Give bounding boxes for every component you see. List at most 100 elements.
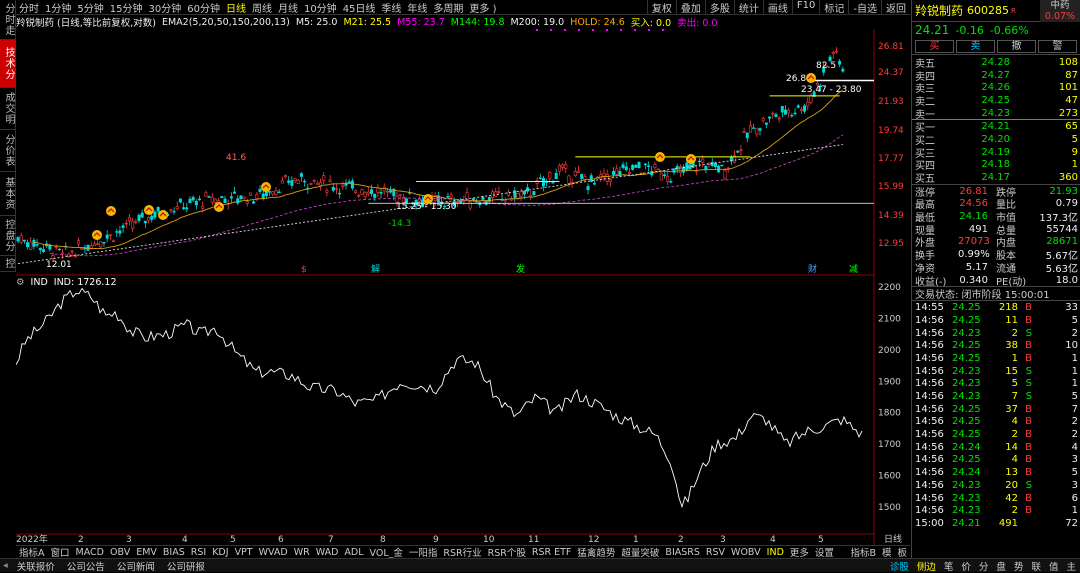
status-link-0[interactable]: 关联报价: [11, 559, 61, 573]
ask-price[interactable]: 24.25: [950, 95, 1010, 106]
ask-price[interactable]: 24.27: [950, 70, 1010, 81]
ema-name[interactable]: EMA2(5,20,50,150,200,13): [162, 17, 290, 28]
indicator-tab-18[interactable]: 猛禽趋势: [574, 545, 618, 559]
chart-area[interactable]: 26.81 24.37 21.93 19.74 17.77 15.99 14.39 12.95…: [16, 29, 910, 545]
event-marker[interactable]: 发: [516, 263, 525, 275]
status-right-5[interactable]: 盘: [992, 559, 1010, 573]
tool-button-6[interactable]: 标记: [819, 0, 848, 15]
tool-button-5[interactable]: F10: [791, 0, 819, 15]
status-right-8[interactable]: 值: [1045, 559, 1063, 573]
indicator-tab-5[interactable]: BIAS: [160, 547, 188, 558]
period-tab-7[interactable]: 周线: [249, 0, 275, 15]
status-right-4[interactable]: 分: [975, 559, 993, 573]
status-right-0[interactable]: 诊股: [886, 559, 913, 573]
status-right-1[interactable]: 侧边: [913, 559, 940, 573]
event-marker[interactable]: 减: [849, 263, 858, 275]
period-tab-1[interactable]: 1分钟: [42, 0, 74, 15]
tool-button-8[interactable]: 返回: [881, 0, 910, 15]
indicator-tab-10[interactable]: WR: [291, 547, 313, 558]
tool-button-4[interactable]: 画线: [762, 0, 792, 15]
action-button-1[interactable]: 卖: [956, 39, 995, 53]
indicator-tab-15[interactable]: RSR行业: [440, 545, 484, 559]
sector-box[interactable]: 中药 0.07%: [1040, 0, 1080, 22]
indicator-tab-3[interactable]: OBV: [107, 547, 133, 558]
indicator-tab-7[interactable]: KDJ: [209, 547, 231, 558]
left-tab-5[interactable]: 控盘分析: [0, 216, 16, 256]
indicator-tab-20[interactable]: BIASRS: [662, 547, 702, 558]
status-right-6[interactable]: 势: [1010, 559, 1028, 573]
bottom-right-button-1[interactable]: 模: [879, 545, 895, 559]
left-tab-3[interactable]: 分价表: [0, 130, 16, 172]
period-tab-11[interactable]: 季线: [378, 0, 404, 15]
buy-signal-icon[interactable]: [261, 182, 271, 192]
buy-signal-icon[interactable]: [423, 194, 433, 204]
tool-button-0[interactable]: 复权: [646, 0, 676, 15]
indicator-tab-24[interactable]: 更多: [787, 545, 812, 559]
tool-button-2[interactable]: 多股: [704, 0, 734, 15]
indicator-tab-12[interactable]: ADL: [341, 547, 366, 558]
buy-signal-icon[interactable]: [92, 230, 102, 240]
indicator-tab-2[interactable]: MACD: [73, 547, 107, 558]
status-link-2[interactable]: 公司新闻: [111, 559, 161, 573]
bid-price[interactable]: 24.19: [950, 147, 1010, 158]
bid-price[interactable]: 24.20: [950, 134, 1010, 145]
indicator-tab-6[interactable]: RSI: [188, 547, 209, 558]
bottom-right-button-2[interactable]: 板: [894, 545, 910, 559]
indicator-tab-17[interactable]: RSR ETF: [529, 547, 575, 558]
ask-price[interactable]: 24.28: [950, 57, 1010, 68]
period-tab-8[interactable]: 月线: [275, 0, 301, 15]
indicator-tab-25[interactable]: 设置: [812, 545, 837, 559]
status-right-9[interactable]: 主: [1062, 559, 1080, 573]
indicator-tab-4[interactable]: EMV: [133, 547, 160, 558]
action-button-3[interactable]: 警: [1038, 39, 1077, 53]
status-right-2[interactable]: 笔: [940, 559, 958, 573]
action-button-0[interactable]: 买: [915, 39, 954, 53]
indicator-tab-0[interactable]: 指标A: [16, 545, 48, 559]
indicator-tab-8[interactable]: VPT: [232, 547, 256, 558]
indicator-name[interactable]: IND: [31, 277, 48, 288]
period-tab-14[interactable]: 更多 ): [466, 0, 499, 15]
bottom-right-button-0[interactable]: 指标B: [847, 545, 879, 559]
period-tab-3[interactable]: 15分钟: [107, 0, 146, 15]
left-tab-2[interactable]: 成交明细: [0, 88, 16, 130]
bid-price[interactable]: 24.17: [950, 172, 1010, 183]
left-tab-4[interactable]: 基本资料: [0, 172, 16, 216]
period-tab-12[interactable]: 年线: [404, 0, 430, 15]
period-tab-4[interactable]: 30分钟: [145, 0, 184, 15]
tool-button-7[interactable]: -自选: [848, 0, 881, 15]
indicator-gear-icon[interactable]: ⚙: [16, 277, 25, 288]
status-link-3[interactable]: 公司研报: [161, 559, 211, 573]
period-tab-0[interactable]: 分时: [16, 0, 42, 15]
ask-price[interactable]: 24.26: [950, 82, 1010, 93]
status-right-3[interactable]: 价: [957, 559, 975, 573]
event-marker[interactable]: 解: [371, 263, 380, 275]
indicator-tab-9[interactable]: WVAD: [256, 547, 291, 558]
action-button-2[interactable]: 撤: [997, 39, 1036, 53]
indicator-tab-14[interactable]: 一阳指: [406, 545, 441, 559]
event-marker[interactable]: 财: [808, 263, 817, 275]
indicator-tab-13[interactable]: VOL_金: [367, 545, 406, 559]
buy-signal-icon[interactable]: [158, 210, 168, 220]
bid-price[interactable]: 24.18: [950, 159, 1010, 170]
tool-button-3[interactable]: 统计: [733, 0, 763, 15]
buy-signal-icon[interactable]: [806, 73, 816, 83]
period-tab-10[interactable]: 45日线: [340, 0, 379, 15]
event-marker[interactable]: $: [301, 265, 307, 275]
indicator-tab-11[interactable]: WAD: [313, 547, 342, 558]
period-tab-9[interactable]: 10分钟: [301, 0, 340, 15]
period-tab-2[interactable]: 5分钟: [74, 0, 106, 15]
buy-signal-icon[interactable]: [106, 206, 116, 216]
ask-price[interactable]: 24.23: [950, 108, 1010, 119]
period-tab-5[interactable]: 60分钟: [184, 0, 223, 15]
indicator-tab-23[interactable]: IND: [764, 547, 787, 558]
buy-signal-icon[interactable]: [144, 205, 154, 215]
buy-signal-icon[interactable]: [686, 154, 696, 164]
indicator-tab-21[interactable]: RSV: [703, 547, 728, 558]
period-tab-6[interactable]: 日线: [223, 0, 249, 15]
bid-price[interactable]: 24.21: [950, 121, 1010, 132]
period-tab-13[interactable]: 多周期: [430, 0, 466, 15]
status-link-1[interactable]: 公司公告: [61, 559, 111, 573]
indicator-tab-22[interactable]: WOBV: [728, 547, 764, 558]
left-tab-6[interactable]: 控盘基本: [0, 256, 16, 272]
left-tab-1[interactable]: 技术分析: [0, 40, 16, 88]
